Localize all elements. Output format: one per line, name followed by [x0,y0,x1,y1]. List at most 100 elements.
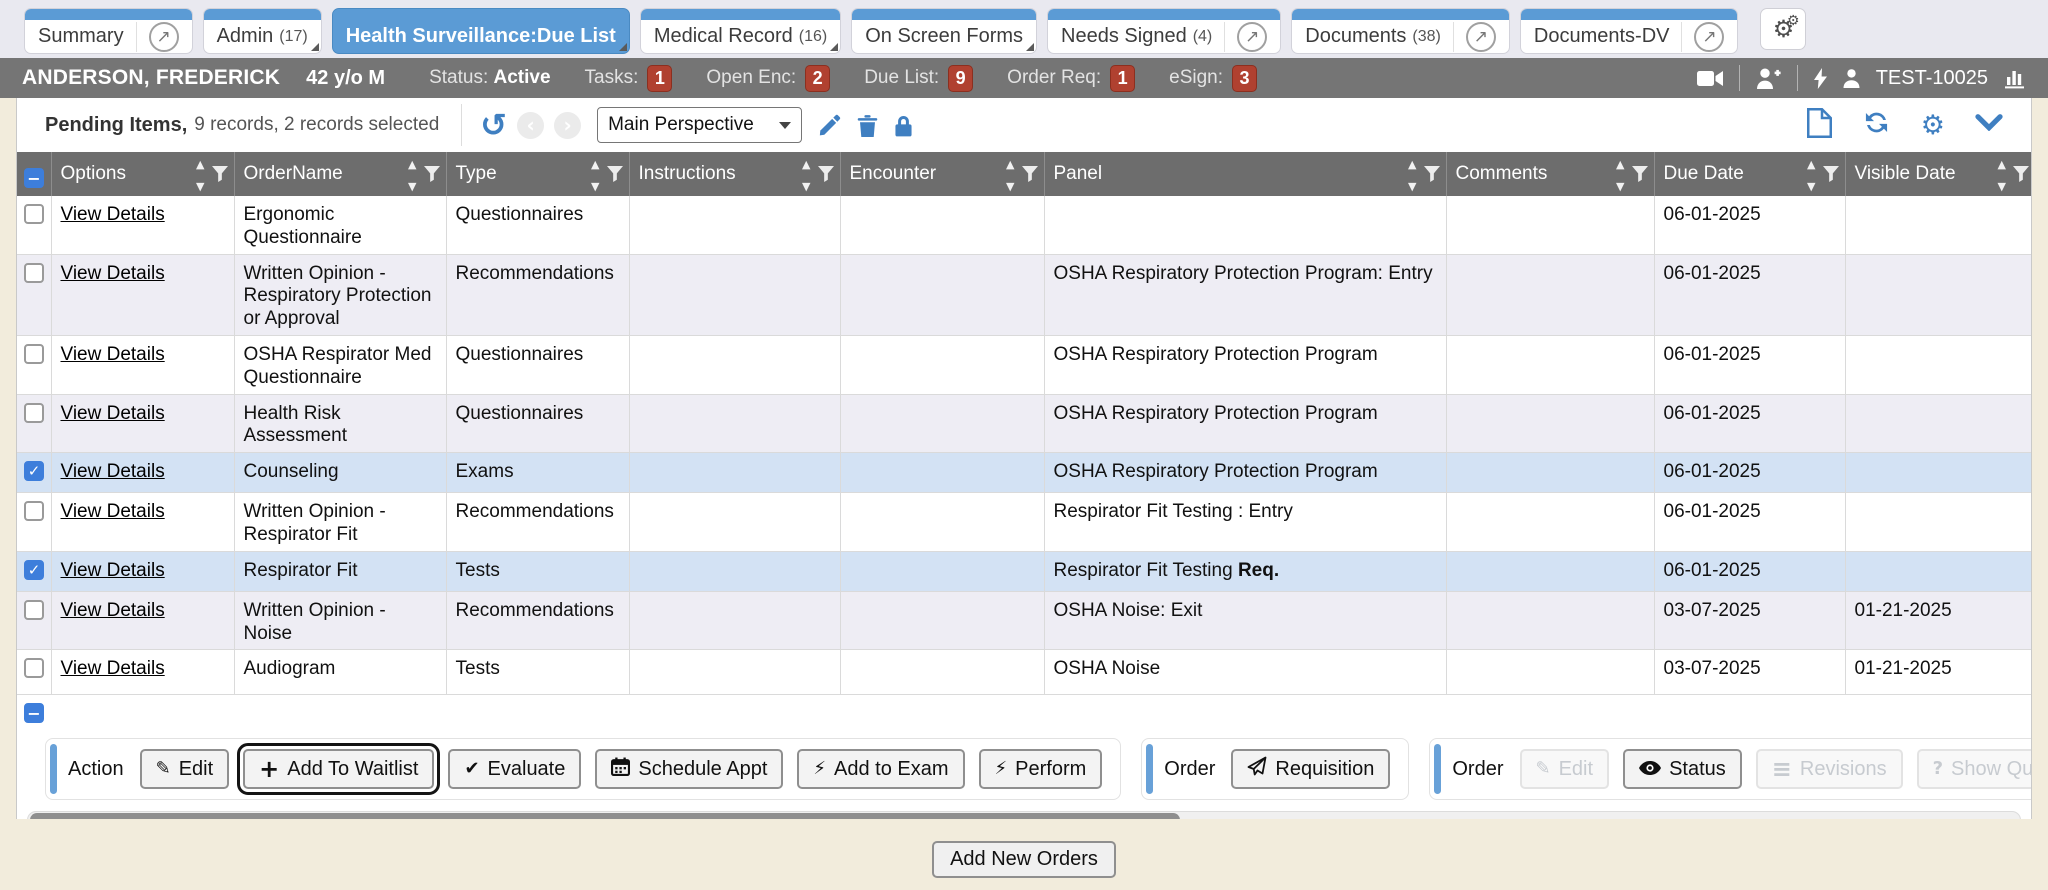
view-details-link[interactable]: View Details [61,204,165,225]
tab-summary[interactable]: Summary [24,8,193,54]
view-details-link[interactable]: View Details [61,461,165,482]
view-details-link[interactable]: View Details [61,560,165,581]
tab-documents-dv[interactable]: Documents-DV [1520,8,1739,54]
row-checkbox[interactable] [24,403,44,423]
tab-settings-button[interactable] [1760,8,1806,50]
gear-icon[interactable] [1921,112,1945,139]
status-value: Active [494,67,551,88]
due-list-badge[interactable]: 9 [948,65,973,92]
col-comments: Comments [1456,163,1548,185]
add-person-icon[interactable] [1756,68,1781,89]
tab-menu-fold-icon[interactable] [311,43,319,51]
row-checkbox[interactable] [24,600,44,620]
perspective-select[interactable]: Main Perspective [597,107,802,143]
filter-funnel-icon[interactable] [2013,166,2029,182]
order-group-label: Order [1452,758,1503,781]
esign-badge[interactable]: 3 [1232,65,1257,92]
show-question-button[interactable]: Show Question [1917,749,2032,789]
order-req-badge[interactable]: 1 [1110,65,1135,92]
popout-arrow-icon[interactable] [1694,22,1724,52]
popout-arrow-icon[interactable] [149,22,179,52]
edit-button[interactable]: Edit [140,749,230,789]
pencil-icon [156,760,171,778]
undo-icon[interactable] [480,109,507,141]
tasks-badge[interactable]: 1 [647,65,672,92]
status-button[interactable]: Status [1623,749,1742,789]
tab-needs-signed[interactable]: Needs Signed(4) [1047,8,1281,54]
popout-arrow-icon[interactable] [1237,22,1267,52]
filter-funnel-icon[interactable] [1424,166,1440,182]
sort-icon[interactable] [408,152,416,196]
filter-funnel-icon[interactable] [1823,166,1839,182]
chevron-down-icon[interactable] [1975,114,2003,136]
sort-icon[interactable] [1998,152,2006,196]
row-checkbox[interactable] [24,501,44,521]
row-checkbox[interactable] [24,204,44,224]
pencil-icon[interactable] [818,114,841,137]
add-to-exam-button[interactable]: Add to Exam [797,749,964,789]
lightning-icon[interactable] [1814,68,1827,89]
tab-documents[interactable]: Documents(38) [1291,8,1510,54]
user-id[interactable]: TEST-10025 [1876,67,1988,90]
sort-icon[interactable] [196,152,204,196]
add-new-orders-button[interactable]: Add New Orders [932,841,1116,878]
revisions-button[interactable]: Revisions [1756,749,1903,789]
row-checkbox[interactable] [24,263,44,283]
scrollbar-thumb[interactable] [30,813,1180,819]
filter-funnel-icon[interactable] [1022,166,1038,182]
tab-menu-fold-icon[interactable] [830,43,838,51]
previous-icon[interactable] [517,112,544,139]
requisition-button[interactable]: Requisition [1231,749,1390,789]
row-checkbox[interactable] [24,560,44,580]
order-name-cell: Written Opinion - Respirator Fit [234,493,446,552]
sort-icon[interactable] [1408,152,1416,196]
due-date-cell: 06-01-2025 [1654,453,1845,493]
sort-icon[interactable] [1006,152,1014,196]
tab-health-surveillance-due-list[interactable]: Health Surveillance:Due List [332,8,630,54]
video-camera-icon[interactable] [1697,70,1723,87]
filter-funnel-icon[interactable] [818,166,834,182]
tab-medical-record[interactable]: Medical Record(16) [640,8,841,54]
filter-funnel-icon[interactable] [1632,166,1648,182]
row-checkbox[interactable] [24,344,44,364]
view-details-link[interactable]: View Details [61,403,165,424]
tab-menu-fold-icon[interactable] [619,43,627,51]
row-checkbox[interactable] [24,658,44,678]
add-to-waitlist-button[interactable]: Add To Waitlist [243,749,434,789]
next-icon[interactable] [554,112,581,139]
horizontal-scrollbar[interactable] [27,811,2021,819]
filter-funnel-icon[interactable] [424,166,440,182]
filter-funnel-icon[interactable] [212,166,228,182]
tab-on-screen-forms[interactable]: On Screen Forms [851,8,1037,54]
view-details-link[interactable]: View Details [61,600,165,621]
select-all-checkbox[interactable] [24,168,44,188]
row-checkbox[interactable] [24,461,44,481]
view-details-link[interactable]: View Details [61,344,165,365]
view-details-link[interactable]: View Details [61,263,165,284]
tab-admin[interactable]: Admin(17) [203,8,322,54]
trash-icon[interactable] [857,114,878,137]
sort-icon[interactable] [591,152,599,196]
col-options: Options [61,163,126,185]
deselect-all-checkbox[interactable] [24,703,44,723]
open-enc-badge[interactable]: 2 [805,65,830,92]
refresh-icon[interactable] [1862,109,1891,141]
sort-icon[interactable] [1807,152,1815,196]
popout-arrow-icon[interactable] [1466,22,1496,52]
sort-icon[interactable] [1616,152,1624,196]
filter-funnel-icon[interactable] [607,166,623,182]
evaluate-button[interactable]: Evaluate [448,749,581,789]
sort-icon[interactable] [802,152,810,196]
schedule-appt-button[interactable]: Schedule Appt [595,749,783,789]
table-row: View Details Counseling Exams OSHA Respi… [17,453,2032,493]
new-document-icon[interactable] [1807,108,1832,143]
edit-order-button[interactable]: Edit [1520,749,1610,789]
perform-button[interactable]: Perform [979,749,1103,789]
person-icon[interactable] [1843,69,1860,88]
esign-label: eSign: [1169,67,1223,89]
tab-menu-fold-icon[interactable] [1026,43,1034,51]
bar-chart-icon[interactable] [2004,67,2026,89]
view-details-link[interactable]: View Details [61,501,165,522]
lock-icon[interactable] [894,114,913,137]
view-details-link[interactable]: View Details [61,658,165,679]
